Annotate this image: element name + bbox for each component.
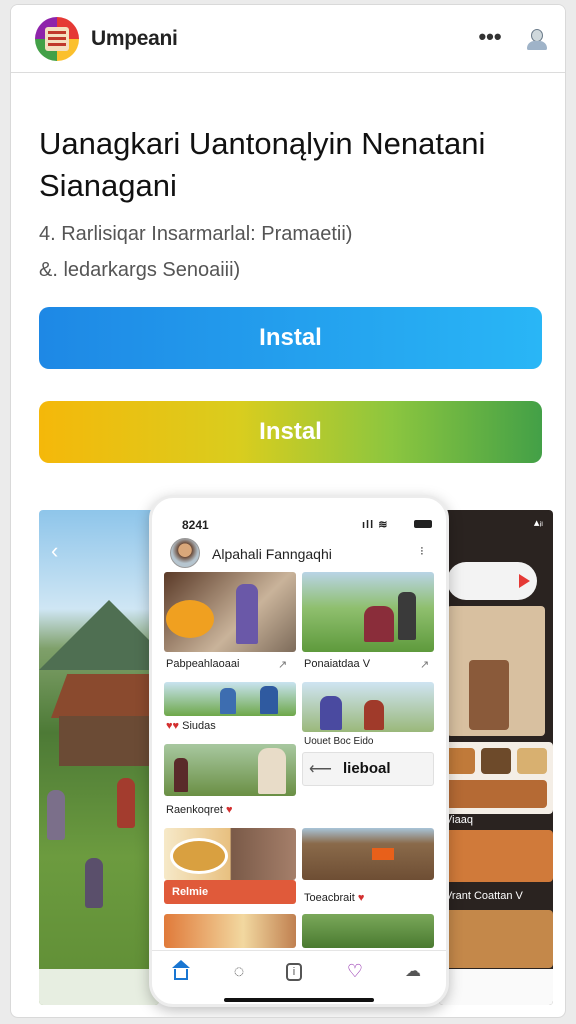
- person-image: [469, 660, 509, 730]
- post-image[interactable]: [302, 828, 434, 880]
- subtitle-line-2: &. ledarkargs Senoaiii): [39, 259, 241, 281]
- person-image: [398, 592, 416, 640]
- post-image[interactable]: [164, 744, 296, 796]
- subtitle-line-1: 4. Rarlisiqar Insarmarlal: Pramaetii): [39, 223, 353, 245]
- heart-icon[interactable]: ♥: [226, 804, 233, 816]
- bottom-nav-left: [39, 969, 159, 1005]
- person-image: [364, 606, 394, 642]
- food-image: [517, 748, 547, 774]
- person-image: [364, 700, 384, 730]
- app-logo-icon[interactable]: [35, 17, 79, 61]
- post-image[interactable]: [302, 682, 434, 732]
- status-icons: ▴ᵢₗ: [533, 517, 543, 529]
- post-caption: Ponaiatdaa V: [304, 658, 371, 670]
- share-icon[interactable]: ↗: [278, 658, 287, 671]
- page-title: Uanagkari Uantonąlyin Nenatani Sianagani: [39, 126, 486, 203]
- heart-icon[interactable]: ♡: [344, 961, 366, 983]
- chip-label: lieboal: [343, 760, 391, 777]
- avatar[interactable]: [170, 538, 200, 568]
- object-image: [372, 848, 394, 860]
- signal-icon: ıll ≋: [362, 519, 389, 531]
- likes[interactable]: ♥♥ Siudas: [166, 720, 216, 732]
- info-icon[interactable]: i: [286, 963, 302, 981]
- post-image[interactable]: [302, 572, 434, 652]
- install-button-secondary[interactable]: Instal: [39, 401, 542, 463]
- food-image: [439, 830, 553, 882]
- heart-icon[interactable]: ♥: [358, 892, 365, 904]
- screenshot-left[interactable]: ‹: [39, 510, 159, 1005]
- chevron-left-icon[interactable]: ‹: [51, 538, 58, 564]
- post-image[interactable]: [164, 914, 296, 948]
- home-indicator: [224, 998, 374, 1002]
- post-caption: Raenkoqret ♥: [166, 804, 232, 816]
- person-image: [260, 686, 278, 714]
- house-wall-image: [59, 716, 155, 766]
- person-image: [258, 748, 286, 794]
- person-image: [220, 688, 236, 714]
- food-image: [170, 838, 228, 874]
- mountain-image: [39, 600, 159, 670]
- house-image: [51, 674, 159, 718]
- caption-text: Toeacbrait: [304, 892, 355, 904]
- post-caption: Vrant Coattan V: [445, 890, 523, 902]
- post-caption-bar[interactable]: Relmie: [164, 880, 296, 904]
- post-image[interactable]: [302, 914, 434, 948]
- play-icon[interactable]: [519, 574, 530, 588]
- chat-icon[interactable]: ◌: [228, 961, 250, 983]
- more-icon[interactable]: •••: [477, 26, 503, 53]
- caption-text: Raenkoqret: [166, 804, 223, 816]
- post-image[interactable]: [164, 828, 296, 880]
- person-image: [85, 858, 103, 908]
- install-button-primary[interactable]: Instal: [39, 307, 542, 369]
- post-caption: Viaaq: [445, 814, 473, 826]
- battery-icon: [414, 520, 432, 528]
- back-arrow-icon[interactable]: ⟵: [309, 759, 332, 779]
- person-image: [47, 790, 65, 840]
- sign-image: [166, 600, 214, 638]
- post-image[interactable]: [164, 682, 296, 716]
- app-bar: Umpeani •••: [11, 5, 565, 73]
- app-name: Umpeani: [91, 27, 178, 50]
- person-image: [117, 778, 135, 828]
- person-image: [320, 696, 342, 730]
- home-icon[interactable]: [172, 960, 190, 980]
- food-image: [481, 748, 511, 774]
- post-caption: Toeacbrait ♥: [304, 892, 364, 904]
- notifications-icon[interactable]: ☁: [402, 961, 424, 983]
- screenshot-right[interactable]: ▴ᵢₗ Viaaq Vrant Coattan V: [439, 510, 553, 1005]
- search-chip[interactable]: ⟵ lieboal: [302, 752, 434, 786]
- bottom-nav: ◌ i ♡ ☁: [152, 950, 446, 992]
- post-image[interactable]: [164, 572, 296, 652]
- bottom-nav-right: [439, 969, 553, 1005]
- post-caption: Relmie: [172, 886, 209, 898]
- post-caption: Siudas: [182, 720, 216, 732]
- heart-icon[interactable]: ♥♥: [166, 720, 179, 732]
- profile-name: Alpahali Fanngaqhi: [212, 546, 332, 562]
- profile-icon[interactable]: [525, 27, 549, 51]
- share-icon[interactable]: ↗: [420, 658, 429, 671]
- app-store-card: Umpeani ••• Uanagkari Uantonąlyin Nenata…: [10, 4, 566, 1018]
- food-image: [439, 910, 553, 968]
- post-caption: Uouet Boc Eido: [304, 736, 374, 747]
- food-image: [445, 748, 475, 774]
- person-image: [236, 584, 258, 644]
- menu-icon[interactable]: ⁝: [420, 544, 424, 558]
- person-image: [174, 758, 188, 792]
- food-image: [445, 780, 547, 808]
- post-caption: Pabpeahlaoaai: [166, 658, 240, 670]
- phone-time: 8241: [182, 518, 209, 532]
- phone-mockup[interactable]: 8241 ıll ≋ Alpahali Fanngaqhi ⁝ Pabpeahl…: [149, 495, 449, 1007]
